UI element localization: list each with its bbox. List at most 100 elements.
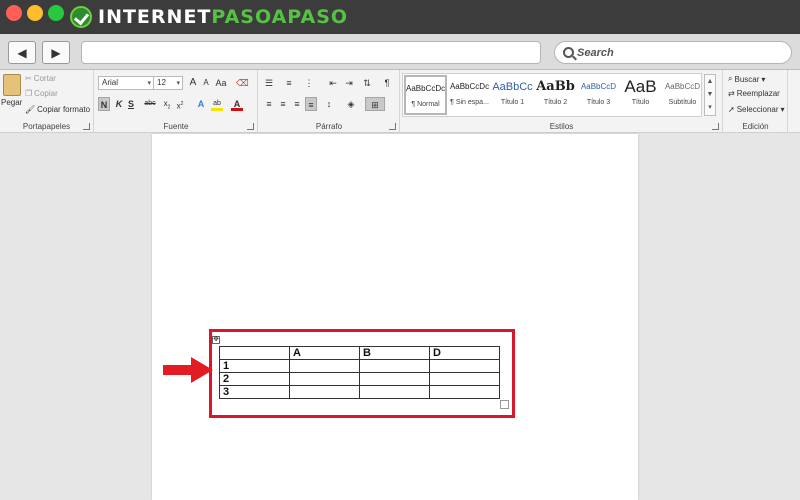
change-case-button[interactable]: Aa	[215, 76, 227, 90]
sort-icon[interactable]: ⇅	[361, 76, 373, 90]
paste-button[interactable]: Pegar	[1, 98, 22, 107]
styles-gallery: AaBbCcDc ¶ Normal AaBbCcDc ¶ Sin espa...…	[402, 73, 702, 117]
clear-format-icon[interactable]: ⌫	[236, 76, 249, 90]
table-cell[interactable]	[359, 359, 430, 373]
italic-button[interactable]: K	[113, 97, 125, 111]
table-cell[interactable]	[289, 385, 360, 399]
clipboard-dialog-launcher[interactable]	[83, 123, 90, 130]
font-family-select[interactable]: Arial ▾	[98, 76, 154, 90]
table-cell[interactable]	[289, 372, 360, 386]
forward-button[interactable]: ▶	[42, 41, 70, 64]
logo-text-internet: INTERNET	[98, 6, 212, 28]
close-window-button[interactable]	[6, 5, 22, 21]
style-title[interactable]: AaB Título	[619, 75, 662, 115]
table-cell[interactable]	[289, 359, 360, 373]
table-cell[interactable]	[359, 372, 430, 386]
table-cell[interactable]	[429, 372, 500, 386]
font-group-title: Fuente	[163, 122, 189, 131]
table-cell[interactable]: 2	[219, 372, 290, 386]
styles-dialog-launcher[interactable]	[712, 123, 719, 130]
styles-gallery-scroll[interactable]: ▲ ▼ ▾	[704, 74, 716, 116]
style-name: Título 1	[500, 99, 525, 106]
show-formatting-button[interactable]: ¶	[381, 76, 393, 90]
paste-clipboard-icon[interactable]	[3, 74, 21, 96]
site-logo: INTERNET PASOAPASO	[70, 5, 348, 29]
document-page[interactable]	[152, 134, 638, 500]
style-name: Subtítulo	[668, 99, 697, 106]
grow-font-button[interactable]: A	[187, 76, 199, 90]
document-table[interactable]: A B D 1 2 3	[219, 346, 500, 399]
expand-gallery-icon[interactable]: ▾	[705, 101, 715, 114]
align-left-icon[interactable]: ≡	[263, 97, 275, 111]
copy-button[interactable]: ❐ Copiar	[25, 89, 58, 98]
style-sample: AaBbCcDc	[449, 82, 490, 91]
line-spacing-icon[interactable]: ↕	[323, 97, 335, 111]
chevron-down-icon[interactable]: ▼	[705, 88, 715, 101]
table-resize-handle[interactable]	[500, 400, 509, 409]
style-sample: AaB	[624, 77, 657, 96]
subscript-button[interactable]: x2	[161, 97, 173, 111]
font-family-value: Arial	[102, 78, 119, 87]
find-button[interactable]: ⌕ Buscar ▾	[728, 74, 765, 84]
zoom-window-button[interactable]	[48, 5, 64, 21]
table-cell[interactable]: B	[359, 346, 430, 360]
chevron-up-icon[interactable]: ▲	[705, 75, 715, 88]
table-cell[interactable]	[359, 385, 430, 399]
align-right-icon[interactable]: ≡	[291, 97, 303, 111]
style-heading-3[interactable]: AaBbCcD Título 3	[577, 75, 620, 115]
superscript-button[interactable]: x2	[174, 97, 186, 111]
font-color-button[interactable]: A	[231, 97, 243, 111]
underline-button[interactable]: S	[125, 97, 137, 111]
table-row: A B D	[219, 346, 500, 360]
shrink-font-button[interactable]: A	[200, 76, 212, 90]
shading-icon[interactable]: ◈	[345, 97, 357, 111]
address-bar[interactable]	[81, 41, 541, 64]
cut-button[interactable]: ✂ Cortar	[25, 74, 56, 83]
font-size-select[interactable]: 12 ▾	[153, 76, 183, 90]
table-row: 1	[219, 359, 500, 373]
format-painter-button[interactable]: 🖌 Copiar formato	[25, 105, 90, 114]
table-cell[interactable]: D	[429, 346, 500, 360]
select-button[interactable]: ➚ Seleccionar ▾	[728, 105, 785, 114]
justify-icon[interactable]: ≡	[305, 97, 317, 111]
back-button[interactable]: ◀	[8, 41, 36, 64]
table-cell[interactable]: 3	[219, 385, 290, 399]
table-cell[interactable]: 1	[219, 359, 290, 373]
increase-indent-icon[interactable]: ⇥	[343, 76, 355, 90]
bold-button[interactable]: N	[98, 97, 110, 111]
search-input[interactable]: Search	[554, 41, 792, 64]
style-subtitle[interactable]: AaBbCcD Subtítulo	[661, 75, 704, 115]
paragraph-dialog-launcher[interactable]	[389, 123, 396, 130]
chevron-down-icon: ▾	[147, 80, 151, 87]
decrease-indent-icon[interactable]: ⇤	[327, 76, 339, 90]
style-heading-2[interactable]: AaBb Título 2	[534, 75, 577, 115]
chevron-down-icon: ▾	[780, 105, 785, 114]
style-normal[interactable]: AaBbCcDc ¶ Normal	[404, 75, 447, 115]
numbering-icon[interactable]: ≡	[283, 76, 295, 90]
table-cell[interactable]	[429, 385, 500, 399]
style-no-spacing[interactable]: AaBbCcDc ¶ Sin espa...	[448, 75, 491, 115]
table-cell[interactable]: A	[289, 346, 360, 360]
highlight-color-button[interactable]: ab	[211, 97, 223, 111]
table-move-handle-icon[interactable]: ✥	[212, 336, 220, 344]
copy-icon: ❐	[25, 89, 33, 98]
align-center-icon[interactable]: ≡	[277, 97, 289, 111]
style-name: Título 2	[543, 99, 568, 106]
editing-group: ⌕ Buscar ▾ ⇄ Reemplazar ➚ Seleccionar ▾ Edici…	[724, 70, 788, 133]
font-dialog-launcher[interactable]	[247, 123, 254, 130]
chevron-down-icon: ▾	[176, 80, 180, 87]
minimize-window-button[interactable]	[27, 5, 43, 21]
back-arrow-icon: ◀	[17, 45, 27, 60]
bullets-icon[interactable]: ☰	[263, 76, 275, 90]
replace-button[interactable]: ⇄ Reemplazar	[728, 89, 780, 98]
multilevel-list-icon[interactable]: ⋮	[303, 76, 315, 90]
table-cell[interactable]	[429, 359, 500, 373]
table-cell[interactable]	[219, 346, 290, 360]
style-name: ¶ Sin espa...	[450, 99, 489, 106]
text-effects-button[interactable]: A	[195, 97, 207, 111]
table-row: 2	[219, 372, 500, 386]
borders-icon[interactable]: ⊞	[365, 97, 385, 111]
style-heading-1[interactable]: AaBbCc Título 1	[491, 75, 534, 115]
style-sample: AaBbCcD	[580, 82, 617, 91]
strikethrough-button[interactable]: abc	[144, 97, 156, 111]
